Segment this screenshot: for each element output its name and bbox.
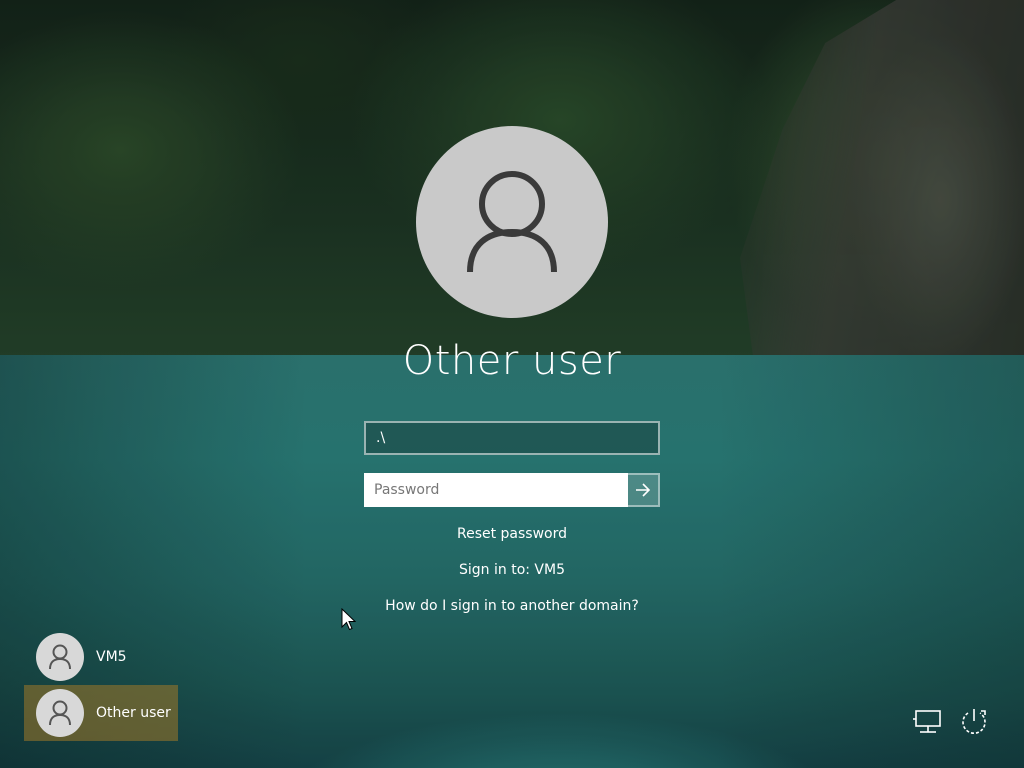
arrow-right-icon — [636, 483, 651, 497]
user-avatar-large — [416, 126, 608, 318]
network-icon — [913, 710, 941, 733]
network-button[interactable] — [910, 704, 946, 740]
lock-screen: Other user Reset password Sign in to: VM… — [0, 0, 1024, 768]
username-input[interactable] — [364, 421, 660, 455]
sign-in-to-link[interactable]: Sign in to: VM5 — [312, 562, 712, 578]
user-silhouette-icon — [49, 700, 71, 726]
mouse-cursor-icon — [341, 608, 357, 631]
power-icon — [962, 709, 986, 734]
user-list-item-name: VM5 — [96, 649, 127, 665]
other-domain-link[interactable]: How do I sign in to another domain? — [312, 598, 712, 614]
user-list-item-vm5[interactable]: VM5 — [24, 629, 178, 685]
submit-button[interactable] — [628, 473, 660, 507]
user-list-item-other-user[interactable]: Other user — [24, 685, 178, 741]
password-row — [364, 473, 660, 507]
user-silhouette-icon — [49, 644, 71, 670]
reset-password-link[interactable]: Reset password — [312, 526, 712, 542]
user-silhouette-icon — [467, 171, 557, 273]
user-list-item-name: Other user — [96, 705, 171, 721]
password-input[interactable] — [364, 473, 628, 507]
user-avatar-small — [36, 633, 84, 681]
user-title: Other user — [402, 338, 622, 384]
power-button[interactable] — [956, 704, 992, 740]
user-avatar-small — [36, 689, 84, 737]
